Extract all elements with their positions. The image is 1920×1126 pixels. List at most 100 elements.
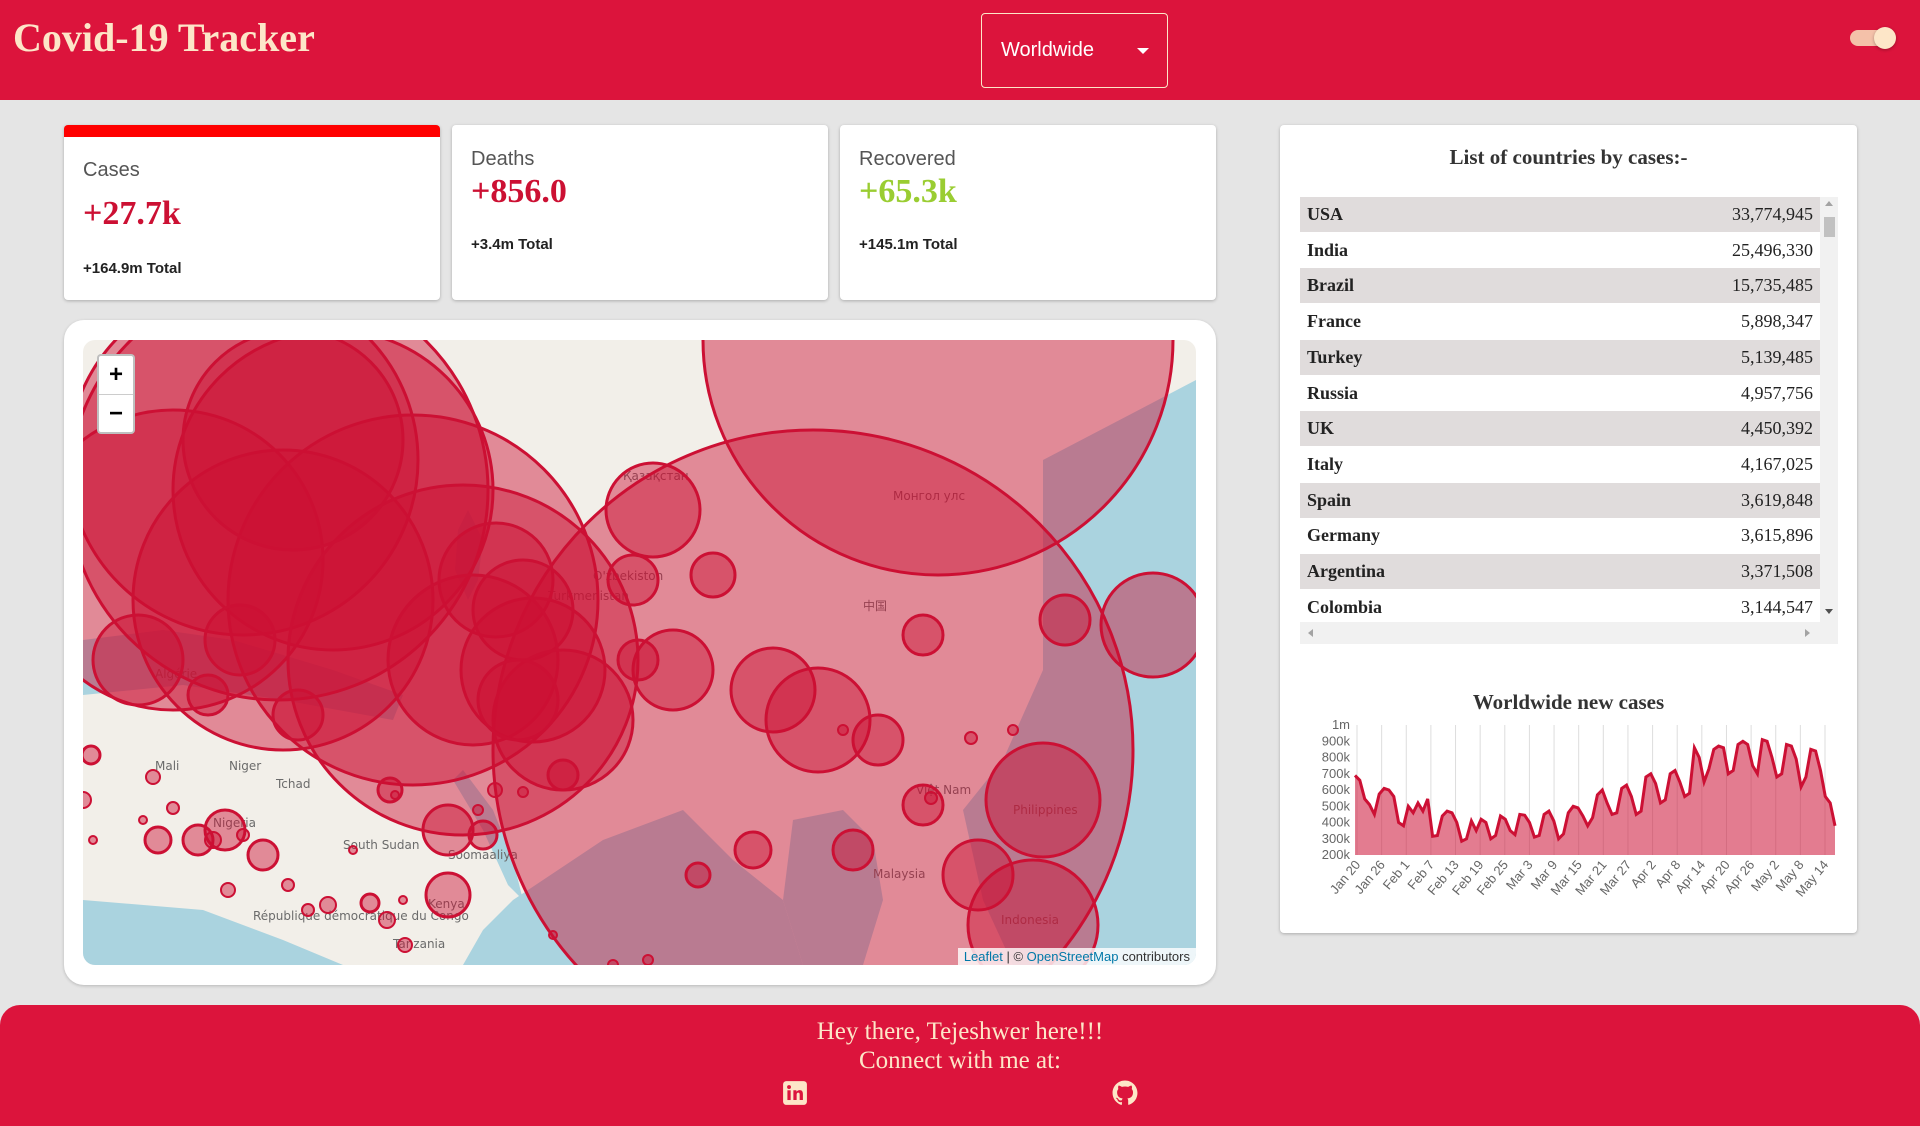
cases-value: +27.7k bbox=[83, 195, 181, 232]
country-cases: 4,167,025 bbox=[1741, 453, 1813, 474]
case-circle[interactable] bbox=[83, 791, 92, 809]
chart-x-tick-label: Mar 3 bbox=[1503, 857, 1536, 892]
case-circle[interactable] bbox=[319, 896, 337, 914]
case-circle[interactable] bbox=[220, 882, 236, 898]
case-circle[interactable] bbox=[901, 783, 945, 827]
case-circle[interactable] bbox=[546, 758, 580, 792]
case-circle[interactable] bbox=[517, 786, 529, 798]
deaths-label: Deaths bbox=[471, 148, 535, 170]
case-circle[interactable] bbox=[548, 930, 558, 940]
case-circle[interactable] bbox=[606, 553, 660, 607]
github-icon[interactable] bbox=[1112, 1080, 1138, 1106]
case-circle[interactable] bbox=[398, 895, 408, 905]
country-row: Turkey 5,139,485 bbox=[1300, 339, 1820, 375]
case-circle[interactable] bbox=[831, 828, 875, 872]
case-circle[interactable] bbox=[733, 830, 773, 870]
case-circle[interactable] bbox=[964, 731, 978, 745]
case-circle[interactable] bbox=[359, 892, 381, 914]
country-row: Brazil 15,735,485 bbox=[1300, 268, 1820, 304]
country-select-value: Worldwide bbox=[1001, 39, 1094, 61]
countries-table[interactable]: USA 33,774,945 India 25,496,330 Brazil 15,735… bbox=[1300, 197, 1838, 644]
country-name: Russia bbox=[1307, 382, 1359, 403]
case-circle[interactable] bbox=[281, 878, 295, 892]
case-circle[interactable] bbox=[378, 911, 396, 929]
case-circle[interactable] bbox=[143, 825, 173, 855]
case-circle[interactable] bbox=[390, 790, 400, 800]
case-circle[interactable] bbox=[764, 666, 872, 774]
case-circle[interactable] bbox=[397, 937, 413, 953]
case-circle[interactable] bbox=[203, 603, 277, 677]
case-circle[interactable] bbox=[91, 613, 185, 707]
chart-y-tick-label: 1m bbox=[1332, 717, 1350, 732]
case-circle[interactable] bbox=[348, 845, 358, 855]
chart-x-tick-label: Feb 1 bbox=[1380, 857, 1413, 892]
case-circle[interactable] bbox=[642, 954, 654, 965]
recovered-card[interactable]: Recovered +65.3k +145.1m Total bbox=[840, 125, 1216, 300]
country-cases: 33,774,945 bbox=[1732, 204, 1813, 224]
country-row: Argentina 3,371,508 bbox=[1300, 554, 1820, 589]
vertical-scrollbar[interactable] bbox=[1820, 197, 1838, 622]
deaths-card[interactable]: Deaths +856.0 +3.4m Total bbox=[452, 125, 828, 300]
case-circle[interactable] bbox=[851, 713, 905, 767]
horizontal-scrollbar[interactable] bbox=[1300, 622, 1838, 644]
new-cases-chart: 1m900k 800k700k600k500k 400k300k200k Jan 2… bbox=[1322, 717, 1837, 900]
scroll-thumb[interactable] bbox=[1824, 217, 1835, 237]
case-circle[interactable] bbox=[145, 769, 161, 785]
case-circle[interactable] bbox=[246, 838, 280, 872]
leaflet-link[interactable]: Leaflet bbox=[964, 949, 1003, 964]
case-circle[interactable] bbox=[467, 819, 499, 851]
case-circle[interactable] bbox=[204, 831, 222, 849]
case-circle[interactable] bbox=[181, 340, 405, 552]
scroll-down-icon[interactable] bbox=[1825, 609, 1833, 614]
case-circle[interactable] bbox=[476, 658, 560, 742]
case-circle[interactable] bbox=[88, 835, 98, 845]
case-circle[interactable] bbox=[83, 744, 102, 766]
case-circle[interactable] bbox=[984, 741, 1102, 859]
osm-link[interactable]: OpenStreetMap bbox=[1027, 949, 1119, 964]
case-circle[interactable] bbox=[607, 959, 619, 965]
chart-x-ticks: Jan 20Jan 26Feb 1Feb 7Feb 13Feb 19Feb 25… bbox=[1327, 857, 1832, 899]
country-row: UK 4,450,392 bbox=[1300, 411, 1820, 447]
case-circle[interactable] bbox=[1099, 571, 1196, 679]
toggle-thumb bbox=[1874, 27, 1896, 49]
case-circle[interactable] bbox=[837, 724, 849, 736]
case-circle[interactable] bbox=[901, 613, 945, 657]
case-circles[interactable] bbox=[83, 340, 1196, 965]
case-circle[interactable] bbox=[1007, 724, 1019, 736]
scroll-up-icon[interactable] bbox=[1825, 201, 1833, 206]
country-row: Russia 4,957,756 bbox=[1300, 376, 1820, 411]
zoom-in-button[interactable]: + bbox=[99, 356, 133, 394]
case-circle[interactable] bbox=[138, 815, 148, 825]
map-label-chad: Tchad bbox=[275, 777, 310, 791]
case-circle[interactable] bbox=[421, 803, 475, 857]
scroll-left-icon[interactable] bbox=[1308, 629, 1313, 637]
zoom-out-button[interactable]: − bbox=[99, 394, 133, 432]
case-circle[interactable] bbox=[487, 782, 503, 798]
scroll-right-icon[interactable] bbox=[1805, 629, 1810, 637]
case-circle[interactable] bbox=[604, 461, 702, 559]
country-select[interactable]: Worldwide bbox=[981, 13, 1168, 88]
country-cases: 3,371,508 bbox=[1741, 561, 1813, 581]
map-view[interactable]: Қазақстан Монгол улс O'zbekiston Turkmen… bbox=[83, 340, 1196, 965]
chart-y-tick-label: 300k bbox=[1322, 831, 1351, 846]
case-circle[interactable] bbox=[166, 801, 180, 815]
map-label-niger: Niger bbox=[229, 759, 261, 773]
case-circle[interactable] bbox=[472, 804, 484, 816]
cases-card[interactable]: Cases +27.7k +164.9m Total bbox=[64, 125, 440, 300]
case-circle[interactable] bbox=[689, 551, 737, 599]
case-circle[interactable] bbox=[301, 903, 315, 917]
case-circle[interactable] bbox=[941, 838, 1015, 912]
case-circle[interactable] bbox=[616, 638, 660, 682]
case-circle[interactable] bbox=[684, 861, 712, 889]
chart-y-tick-label: 800k bbox=[1322, 750, 1351, 765]
case-circle[interactable] bbox=[271, 688, 325, 742]
countries-table-title: List of countries by cases:- bbox=[1449, 145, 1688, 169]
case-circle[interactable] bbox=[924, 791, 938, 805]
linkedin-icon[interactable] bbox=[782, 1080, 808, 1106]
case-circle[interactable] bbox=[1038, 593, 1092, 647]
theme-toggle[interactable] bbox=[1850, 27, 1896, 49]
map-canvas[interactable]: Қазақстан Монгол улс O'zbekiston Turkmen… bbox=[83, 340, 1196, 965]
case-circle[interactable] bbox=[236, 828, 250, 842]
case-circle[interactable] bbox=[186, 673, 230, 717]
case-circle[interactable] bbox=[424, 871, 472, 919]
